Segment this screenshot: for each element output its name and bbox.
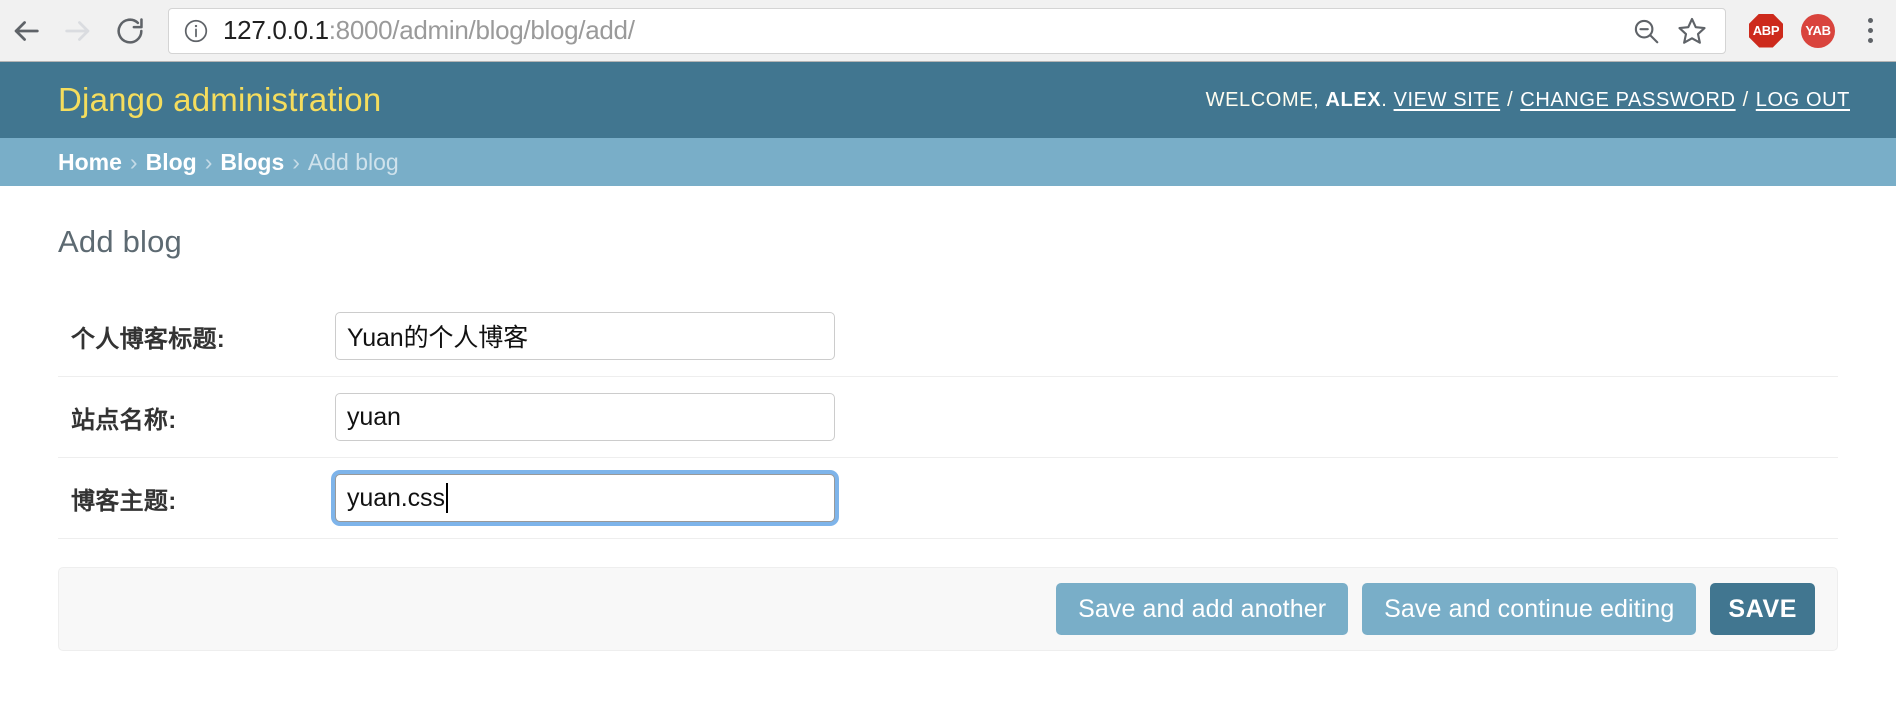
save-button[interactable]: SAVE bbox=[1710, 583, 1815, 635]
browser-toolbar: 127.0.0.1:8000/admin/blog/blog/add/ ABP … bbox=[0, 0, 1896, 62]
form-row-blog-theme: 博客主题: yuan.css bbox=[58, 458, 1838, 539]
reload-button[interactable] bbox=[104, 5, 156, 57]
three-dot-menu-icon bbox=[1850, 9, 1890, 53]
zoom-out-icon[interactable] bbox=[1623, 8, 1669, 54]
user-tools-separator-1: / bbox=[1507, 88, 1514, 111]
input-blog-theme[interactable]: yuan.css bbox=[335, 474, 835, 522]
yab-badge-label: YAB bbox=[1801, 13, 1835, 48]
bookmark-star-icon[interactable] bbox=[1669, 8, 1715, 54]
breadcrumb: Home › Blog › Blogs › Add blog bbox=[0, 138, 1896, 186]
site-info-icon[interactable] bbox=[183, 18, 209, 44]
input-blog-theme-value: yuan.css bbox=[347, 483, 445, 512]
page-title: Add blog bbox=[58, 224, 182, 259]
reload-icon bbox=[114, 15, 146, 47]
user-tools-separator-2: / bbox=[1742, 88, 1749, 111]
label-site-name: 站点名称: bbox=[71, 406, 177, 434]
extension-yab-icon[interactable]: YAB bbox=[1792, 5, 1844, 57]
breadcrumb-separator-2: › bbox=[204, 148, 213, 175]
forward-arrow-icon bbox=[61, 14, 95, 48]
breadcrumb-item-blogs[interactable]: Blogs bbox=[220, 149, 284, 176]
save-and-add-another-button[interactable]: Save and add another bbox=[1056, 583, 1349, 635]
django-header: Django administration WELCOME, ALEX . VI… bbox=[0, 62, 1896, 138]
input-blog-title-value: Yuan的个人博客 bbox=[347, 324, 529, 352]
log-out-link[interactable]: LOG OUT bbox=[1756, 89, 1850, 112]
text-caret bbox=[445, 483, 448, 513]
label-blog-theme: 博客主题: bbox=[71, 487, 177, 515]
breadcrumb-separator-1: › bbox=[129, 148, 138, 175]
form-row-site-name: 站点名称: yuan bbox=[58, 377, 1838, 458]
username-label: ALEX bbox=[1325, 88, 1382, 111]
submit-row: Save and add another Save and continue e… bbox=[58, 567, 1838, 651]
change-password-link[interactable]: CHANGE PASSWORD bbox=[1520, 89, 1735, 112]
main-content: Add blog 个人博客标题: Yuan的个人博客 站点名称: yuan 博客… bbox=[0, 186, 1896, 714]
view-site-link[interactable]: VIEW SITE bbox=[1394, 89, 1501, 112]
extension-abp-icon[interactable]: ABP bbox=[1740, 5, 1792, 57]
input-blog-title[interactable]: Yuan的个人博客 bbox=[335, 312, 835, 360]
input-site-name-value: yuan bbox=[347, 402, 401, 431]
breadcrumb-item-blog[interactable]: Blog bbox=[146, 149, 197, 176]
url-path: :8000/admin/blog/blog/add/ bbox=[328, 15, 635, 45]
add-blog-form: 个人博客标题: Yuan的个人博客 站点名称: yuan 博客主题: yuan.… bbox=[58, 296, 1838, 539]
site-branding[interactable]: Django administration bbox=[58, 81, 381, 119]
form-row-blog-title: 个人博客标题: Yuan的个人博客 bbox=[58, 296, 1838, 377]
breadcrumb-item-current: Add blog bbox=[307, 148, 399, 175]
welcome-prefix: WELCOME, bbox=[1205, 88, 1320, 111]
breadcrumb-separator-3: › bbox=[292, 148, 300, 175]
url-host: 127.0.0.1 bbox=[223, 15, 329, 45]
url-text[interactable]: 127.0.0.1:8000/admin/blog/blog/add/ bbox=[223, 15, 1623, 46]
browser-menu-button[interactable] bbox=[1844, 5, 1896, 57]
breadcrumb-item-home[interactable]: Home bbox=[58, 149, 122, 176]
address-bar[interactable]: 127.0.0.1:8000/admin/blog/blog/add/ bbox=[168, 7, 1726, 54]
label-blog-title: 个人博客标题: bbox=[71, 325, 226, 353]
forward-button[interactable] bbox=[52, 5, 104, 57]
back-arrow-icon bbox=[9, 14, 43, 48]
user-tools: WELCOME, ALEX . VIEW SITE / CHANGE PASSW… bbox=[1206, 89, 1850, 112]
save-and-continue-editing-button[interactable]: Save and continue editing bbox=[1362, 583, 1697, 635]
back-button[interactable] bbox=[0, 5, 52, 57]
abp-badge-label: ABP bbox=[1749, 13, 1783, 48]
input-site-name[interactable]: yuan bbox=[335, 393, 835, 441]
